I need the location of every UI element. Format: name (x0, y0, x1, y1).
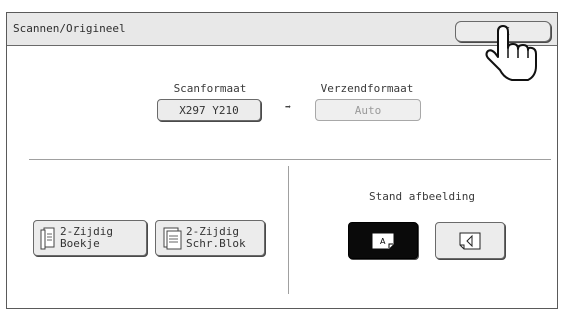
svg-text:A: A (380, 237, 386, 246)
notepad-icon (163, 227, 182, 250)
duplex-pad-label: 2-Zijdig Schr.Blok (186, 226, 246, 250)
duplex-book-button[interactable]: 2-Zijdig Boekje (33, 220, 147, 256)
duplex-pad-line2: Schr.Blok (186, 237, 246, 250)
send-format-button[interactable]: Auto (315, 99, 421, 121)
send-format-value: Auto (354, 103, 382, 117)
divider-vertical (288, 166, 289, 294)
orientation-upright-icon: A (372, 233, 394, 248)
duplex-pad-button[interactable]: 2-Zijdig Schr.Blok (155, 220, 265, 256)
scan-format-label: Scanformaat (173, 82, 247, 95)
title-bar: Scannen/Origineel OK (7, 13, 557, 46)
page-title: Scannen/Origineel (13, 22, 126, 35)
scan-format-button[interactable]: X297 Y210 (157, 99, 261, 121)
orientation-rotated-icon (459, 232, 481, 249)
divider-horizontal (29, 159, 551, 160)
send-format-label: Verzendformaat (320, 82, 414, 95)
scan-format-value: X297 Y210 (179, 103, 239, 117)
pointing-hand-icon (485, 25, 537, 81)
book-icon (40, 227, 55, 250)
orientation-rotated-button[interactable] (435, 222, 505, 259)
duplex-book-label: 2-Zijdig Boekje (60, 226, 113, 250)
orientation-upright-button[interactable]: A (348, 222, 418, 259)
orientation-label: Stand afbeelding (369, 190, 475, 203)
duplex-book-line2: Boekje (60, 237, 100, 250)
arrow-right-icon: ➡ (285, 102, 292, 113)
